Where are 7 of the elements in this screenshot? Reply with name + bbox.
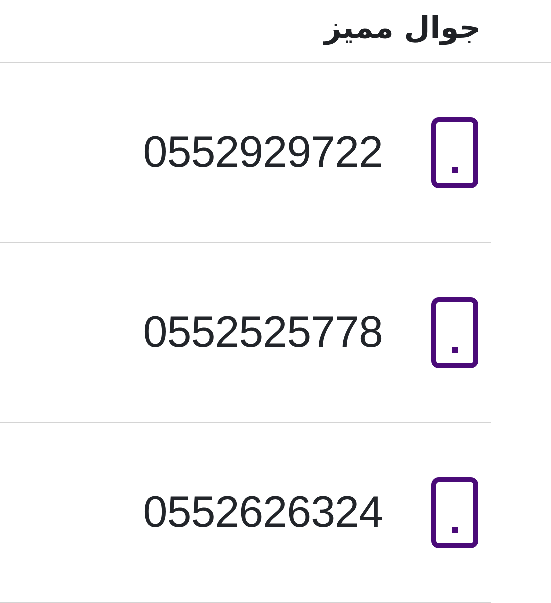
phone-number[interactable]: 0552929722 <box>143 120 383 186</box>
page-title: جوال مميز <box>322 10 482 48</box>
phone-icon <box>431 116 479 188</box>
phone-number[interactable]: 0552525778 <box>143 300 383 366</box>
phone-number[interactable]: 0552626324 <box>143 480 383 546</box>
phone-icon <box>431 476 479 548</box>
phone-icon <box>431 296 479 368</box>
